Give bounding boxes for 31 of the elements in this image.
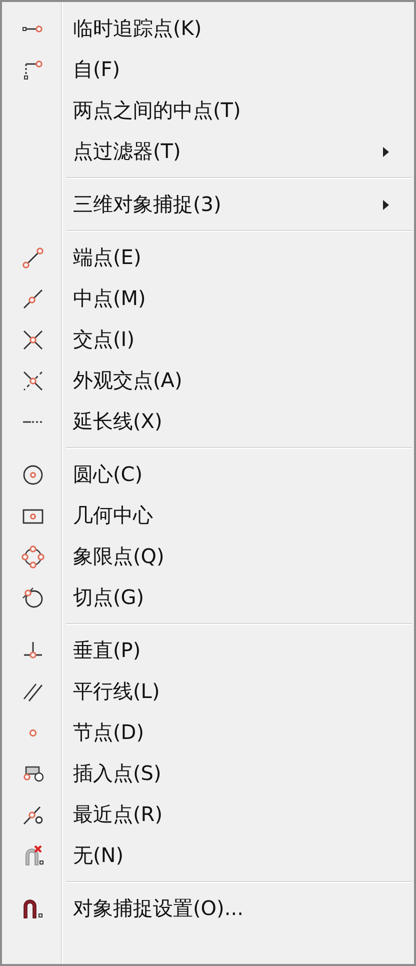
menu-item[interactable]: 两点之间的中点(T) bbox=[4, 90, 412, 131]
snap-icon bbox=[22, 420, 44, 424]
snap-icon bbox=[20, 586, 44, 610]
menu-item[interactable]: 垂直(P) bbox=[4, 630, 412, 671]
menu-item[interactable]: 点过滤器(T) bbox=[4, 131, 412, 172]
menu-item[interactable]: 几何中心 bbox=[4, 495, 412, 536]
menu-item[interactable]: 切点(G) bbox=[4, 577, 412, 618]
snap-icon bbox=[20, 246, 44, 270]
magnet-icon bbox=[20, 896, 44, 920]
snap-icon bbox=[20, 368, 44, 392]
menu-item[interactable]: 对象捕捉设置(O)... bbox=[4, 888, 412, 929]
menu-item[interactable]: 临时追踪点(K) bbox=[4, 8, 412, 49]
menu-item[interactable]: 交点(I) bbox=[4, 319, 412, 360]
menu-item[interactable]: 插入点(S) bbox=[4, 753, 412, 794]
menu-item[interactable]: 节点(D) bbox=[4, 712, 412, 753]
menu-item[interactable]: 自(F) bbox=[4, 49, 412, 90]
menu-item[interactable]: 圆心(C) bbox=[4, 454, 412, 495]
menu-item[interactable]: 延长线(X) bbox=[4, 401, 412, 442]
menu-item[interactable]: 三维对象捕捉(3) bbox=[4, 184, 412, 225]
snap-icon bbox=[20, 328, 44, 352]
snap-icon bbox=[20, 462, 44, 486]
menu-item[interactable]: 外观交点(A) bbox=[4, 360, 412, 401]
snap-icon bbox=[28, 728, 36, 736]
menu-item[interactable]: 最近点(R) bbox=[4, 794, 412, 835]
menu-item[interactable]: 象限点(Q) bbox=[4, 536, 412, 577]
menu-item[interactable]: 端点(E) bbox=[4, 237, 412, 278]
snap-icon bbox=[22, 24, 44, 32]
snap-icon bbox=[20, 544, 44, 568]
menu-item[interactable]: 平行线(L) bbox=[4, 671, 412, 712]
menu-item[interactable]: 中点(M) bbox=[4, 278, 412, 319]
menu-item[interactable]: 无(N) bbox=[4, 835, 412, 876]
